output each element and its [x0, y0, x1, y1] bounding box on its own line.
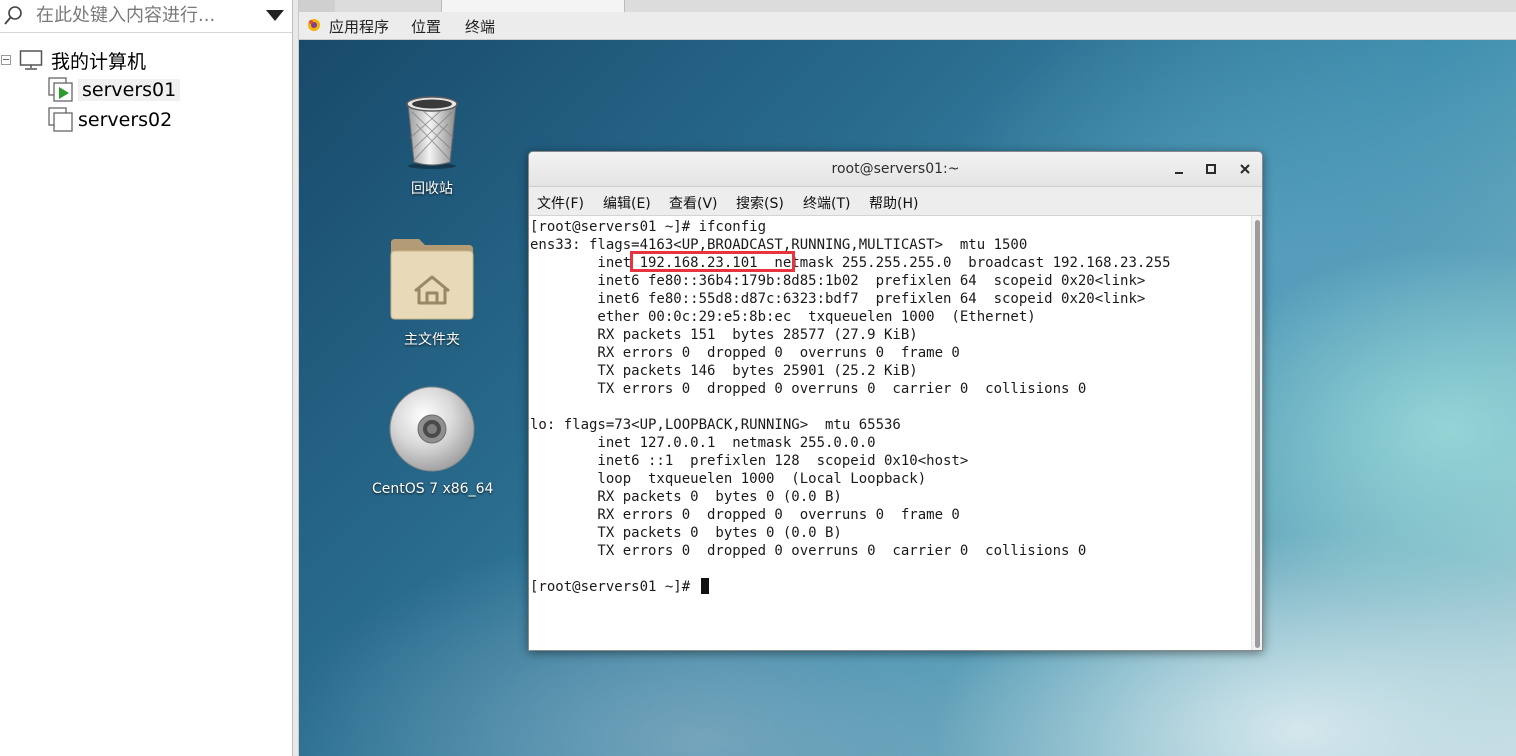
trash-icon [406, 96, 458, 169]
desktop-icon-label: 回收站 [411, 181, 453, 197]
terminal-line: inet6 fe80::36b4:179b:8d85:1b02 prefixle… [530, 273, 1146, 289]
window-title: root@servers01:~ [831, 161, 960, 177]
collapse-toggle-icon[interactable] [1, 55, 11, 65]
ip-address-highlight-box [630, 251, 795, 272]
terminal-line: loop txqueuelen 1000 (Local Loopback) [530, 471, 927, 487]
minimize-icon[interactable] [1170, 160, 1188, 178]
desktop-icon-label: CentOS 7 x86_64 [372, 481, 494, 497]
vm-running-icon [48, 77, 73, 102]
terminal-line: TX packets 0 bytes 0 (0.0 B) [530, 525, 842, 541]
terminal-line: TX errors 0 dropped 0 overruns 0 carrier… [530, 381, 1087, 397]
desktop-icon-label: 主文件夹 [404, 332, 460, 348]
terminal-output-area[interactable]: [root@servers01 ~]# ifconfig ens33: flag… [529, 216, 1249, 650]
terminal-line: TX packets 146 bytes 25901 (25.2 KiB) [530, 363, 918, 379]
gnome-top-bar: 应用程序 位置 终端 [299, 12, 1516, 40]
menu-file[interactable]: 文件(F) [537, 193, 584, 213]
scrollbar-thumb[interactable] [1255, 220, 1260, 648]
library-panel: 我的计算机 servers01 servers02 [0, 0, 293, 756]
cd-disc-icon [389, 386, 475, 472]
tree-item-label: 我的计算机 [51, 50, 147, 73]
terminal-line: RX packets 151 bytes 28577 (27.9 KiB) [530, 327, 918, 343]
search-icon [4, 6, 22, 25]
home-folder-icon [390, 239, 474, 320]
library-search-box [0, 0, 292, 33]
tree-item-servers02[interactable]: servers02 [48, 106, 172, 134]
tree-item-servers01[interactable]: servers01 [48, 76, 181, 104]
vm-tab[interactable] [299, 0, 335, 12]
terminal-scrollbar[interactable] [1251, 216, 1262, 650]
terminal-line: [root@servers01 ~]# [530, 579, 699, 595]
terminal-line: [root@servers01 ~]# ifconfig [530, 219, 767, 235]
terminal-line: inet6 fe80::55d8:d87c:6323:bdf7 prefixle… [530, 291, 1146, 307]
terminal-output: [root@servers01 ~]# ifconfig ens33: flag… [530, 218, 1171, 596]
terminal-line: RX packets 0 bytes 0 (0.0 B) [530, 489, 842, 505]
vm-tab[interactable] [441, 0, 625, 12]
search-dropdown-arrow-icon[interactable] [266, 10, 284, 21]
computer-icon [19, 50, 43, 70]
terminal-cursor [700, 578, 709, 594]
desktop-icon-trash[interactable]: 回收站 [372, 90, 492, 198]
terminal-line: inet 192.168.23.101 netmask 255.255.255.… [530, 255, 1171, 271]
desktop-icon-cd[interactable]: CentOS 7 x86_64 [372, 385, 494, 497]
terminal-line: TX errors 0 dropped 0 overruns 0 carrier… [530, 543, 1087, 559]
menu-places[interactable]: 位置 [411, 16, 441, 37]
library-search-input[interactable] [36, 3, 251, 27]
applications-icon[interactable] [307, 18, 321, 32]
tree-item-my-computer[interactable]: 我的计算机 [0, 46, 146, 74]
close-icon[interactable] [1236, 160, 1254, 178]
vm-icon [48, 107, 73, 132]
terminal-line: RX errors 0 dropped 0 overruns 0 frame 0 [530, 507, 960, 523]
menu-help[interactable]: 帮助(H) [869, 193, 918, 213]
terminal-line: RX errors 0 dropped 0 overruns 0 frame 0 [530, 345, 960, 361]
menu-terminal[interactable]: 终端 [465, 16, 495, 37]
maximize-icon[interactable] [1202, 160, 1220, 178]
terminal-line: inet6 ::1 prefixlen 128 scopeid 0x10<hos… [530, 453, 969, 469]
terminal-window: root@servers01:~ 文件(F) 编辑(E) 查看(V) 搜索(S)… [528, 151, 1263, 651]
menu-applications[interactable]: 应用程序 [329, 16, 389, 37]
desktop-icon-home-folder[interactable]: 主文件夹 [372, 235, 492, 349]
tree-item-label: servers02 [78, 109, 173, 131]
terminal-menubar: 文件(F) 编辑(E) 查看(V) 搜索(S) 终端(T) 帮助(H) [529, 187, 1262, 216]
menu-terminal[interactable]: 终端(T) [803, 193, 850, 213]
terminal-line: ether 00:0c:29:e5:8b:ec txqueuelen 1000 … [530, 309, 1036, 325]
menu-search[interactable]: 搜索(S) [736, 193, 784, 213]
menu-edit[interactable]: 编辑(E) [603, 193, 651, 213]
terminal-line: inet 127.0.0.1 netmask 255.0.0.0 [530, 435, 876, 451]
terminal-titlebar[interactable]: root@servers01:~ [529, 152, 1262, 187]
terminal-line: lo: flags=73<UP,LOOPBACK,RUNNING> mtu 65… [530, 417, 901, 433]
desktop: 回收站 主文件夹 CentOS 7 x86_64 root@servers01:… [299, 40, 1516, 756]
menu-view[interactable]: 查看(V) [669, 193, 718, 213]
tree-item-label: servers01 [78, 79, 181, 101]
